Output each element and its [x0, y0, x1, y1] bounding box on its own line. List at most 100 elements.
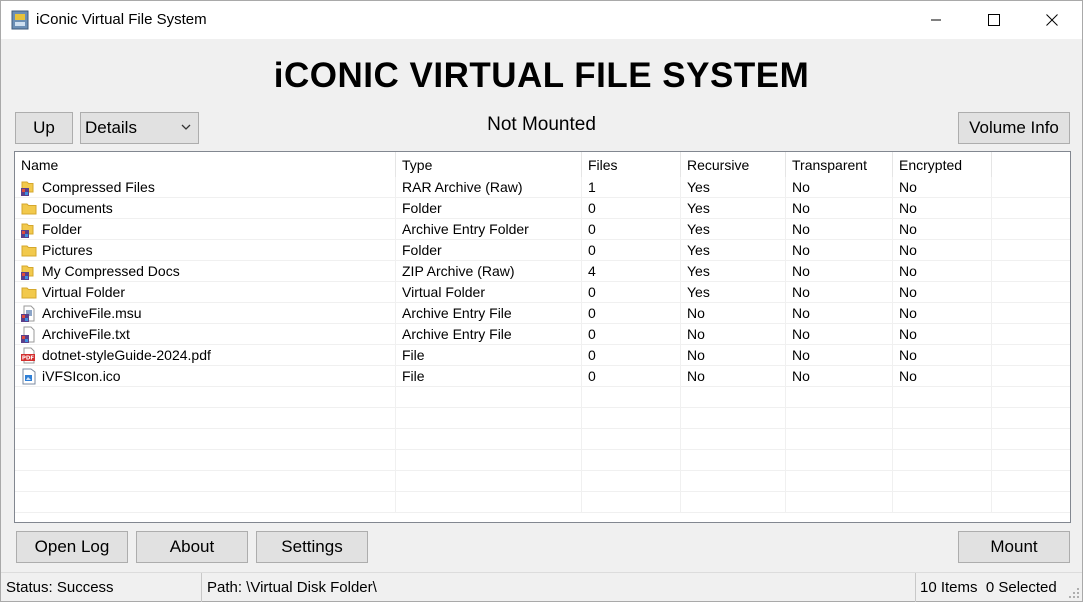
mount-button[interactable]: Mount	[958, 531, 1070, 563]
empty-cell	[396, 387, 582, 408]
app-heading: iCONIC VIRTUAL FILE SYSTEM	[273, 56, 810, 95]
list-header: Name Type Files Recursive Transparent En…	[15, 152, 1070, 177]
cell-recursive: No	[681, 303, 786, 324]
cell-text: No	[792, 305, 810, 321]
table-row[interactable]: Documents Folder 0 Yes No No	[15, 198, 1070, 219]
settings-button[interactable]: Settings	[256, 531, 368, 563]
selection-count: 10 Items 0 Selected	[920, 579, 1057, 596]
column-header-recursive[interactable]: Recursive	[681, 152, 786, 177]
empty-cell	[992, 345, 1070, 366]
volume-info-button[interactable]: Volume Info	[958, 112, 1070, 144]
empty-cell	[396, 408, 582, 429]
list-rows: Compressed Files RAR Archive (Raw) 1 Yes No N…	[15, 177, 1070, 513]
cell-text: No	[687, 368, 705, 384]
cell-encrypted: No	[893, 324, 992, 345]
column-header-files[interactable]: Files	[582, 152, 681, 177]
empty-cell	[992, 408, 1070, 429]
cell-text: No	[792, 326, 810, 342]
column-header-encrypted[interactable]: Encrypted	[893, 152, 992, 177]
table-row[interactable]: My Compressed Docs ZIP Archive (Raw) 4 Yes N…	[15, 261, 1070, 282]
column-header-transparent[interactable]: Transparent	[786, 152, 893, 177]
open-log-button[interactable]: Open Log	[16, 531, 128, 563]
cell-name: Virtual Folder	[15, 282, 396, 303]
cell-text: No	[687, 347, 705, 363]
empty-cell	[992, 387, 1070, 408]
cell-text: No	[899, 263, 917, 279]
empty-cell	[786, 471, 893, 492]
column-header-filler	[992, 152, 1070, 177]
table-row[interactable]: Compressed Files RAR Archive (Raw) 1 Yes No N…	[15, 177, 1070, 198]
cell-type: File	[396, 366, 582, 387]
cell-transparent: No	[786, 282, 893, 303]
cell-recursive: No	[681, 345, 786, 366]
empty-cell	[786, 450, 893, 471]
cell-encrypted: No	[893, 345, 992, 366]
empty-cell	[582, 429, 681, 450]
cell-type: ZIP Archive (Raw)	[396, 261, 582, 282]
resize-grip-icon[interactable]	[1068, 587, 1080, 599]
empty-cell	[893, 492, 992, 513]
cell-name: iVFSIcon.ico	[15, 366, 396, 387]
empty-cell	[15, 450, 396, 471]
folder-icon	[21, 284, 37, 301]
empty-cell	[786, 492, 893, 513]
table-row[interactable]: Virtual Folder Virtual Folder 0 Yes No No	[15, 282, 1070, 303]
table-row[interactable]: Pictures Folder 0 Yes No No	[15, 240, 1070, 261]
empty-cell	[992, 429, 1070, 450]
cell-text: No	[687, 326, 705, 342]
minimize-button[interactable]	[907, 1, 965, 39]
cell-name: ArchiveFile.txt	[15, 324, 396, 345]
cell-text: No	[792, 242, 810, 258]
cell-encrypted: No	[893, 177, 992, 198]
empty-cell	[582, 471, 681, 492]
table-row[interactable]: iVFSIcon.ico File 0 No No No	[15, 366, 1070, 387]
cell-text: Documents	[42, 200, 113, 216]
about-button[interactable]: About	[136, 531, 248, 563]
maximize-button[interactable]	[965, 1, 1023, 39]
column-header-type[interactable]: Type	[396, 152, 582, 177]
empty-cell	[681, 471, 786, 492]
folder-icon	[21, 200, 37, 217]
empty-cell	[992, 471, 1070, 492]
minimize-icon	[931, 19, 941, 21]
table-row[interactable]: ArchiveFile.txt Archive Entry File 0 No No No	[15, 324, 1070, 345]
empty-cell	[893, 387, 992, 408]
column-header-name[interactable]: Name	[15, 152, 396, 177]
archive-file-icon	[21, 326, 37, 343]
maximize-icon	[988, 14, 1000, 26]
cell-transparent: No	[786, 240, 893, 261]
table-row[interactable]: PDF dotnet-styleGuide-2024.pdf File 0 No No No	[15, 345, 1070, 366]
empty-cell	[893, 408, 992, 429]
app-window: iConic Virtual File System iCONIC VIRTUA…	[0, 0, 1083, 602]
cell-text: 0	[588, 305, 596, 321]
cell-encrypted: No	[893, 303, 992, 324]
cell-text: iVFSIcon.ico	[42, 368, 121, 384]
empty-cell	[992, 219, 1070, 240]
empty-cell	[582, 408, 681, 429]
empty-cell	[992, 366, 1070, 387]
path-text: Path: \Virtual Disk Folder\	[202, 573, 916, 602]
cell-text: Yes	[687, 200, 710, 216]
table-row[interactable]: Folder Archive Entry Folder 0 Yes No No	[15, 219, 1070, 240]
cell-text: Compressed Files	[42, 179, 155, 195]
status-bar: Status: Success Path: \Virtual Disk Fold…	[1, 572, 1082, 602]
cell-transparent: No	[786, 261, 893, 282]
table-row[interactable]: ArchiveFile.msu Archive Entry File 0 No No No	[15, 303, 1070, 324]
title-bar[interactable]: iConic Virtual File System	[1, 1, 1082, 39]
cell-recursive: No	[681, 324, 786, 345]
file-list[interactable]: Name Type Files Recursive Transparent En…	[14, 151, 1071, 523]
image-file-icon	[21, 368, 37, 385]
cell-text: Yes	[687, 179, 710, 195]
cell-text: No	[899, 284, 917, 300]
cell-text: No	[792, 368, 810, 384]
cell-text: 0	[588, 326, 596, 342]
cell-transparent: No	[786, 345, 893, 366]
close-icon	[1046, 14, 1058, 26]
cell-name: Pictures	[15, 240, 396, 261]
cell-recursive: Yes	[681, 219, 786, 240]
cell-encrypted: No	[893, 219, 992, 240]
empty-cell	[992, 282, 1070, 303]
empty-cell	[15, 471, 396, 492]
cell-text: Folder	[402, 242, 442, 258]
close-button[interactable]	[1023, 1, 1081, 39]
